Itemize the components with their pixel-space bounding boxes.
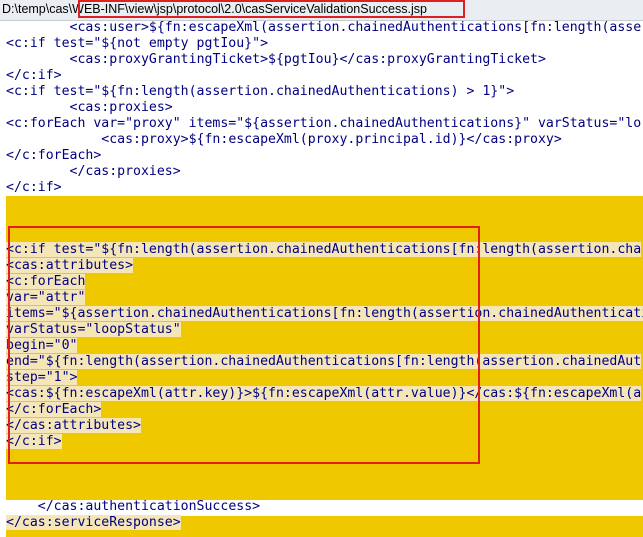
code-text: </c:if> <box>6 68 62 83</box>
code-line: </c:forEach> <box>6 148 101 164</box>
code-line: <c:forEach var="proxy" items="${assertio… <box>6 116 641 132</box>
code-line: step="1"> <box>6 370 78 386</box>
code-line: <cas:user>${fn:escapeXml(assertion.chain… <box>6 20 642 36</box>
code-text: var="attr" <box>6 290 86 305</box>
code-text: </c:forEach> <box>6 148 102 163</box>
code-text: </cas:attributes> <box>6 418 141 433</box>
code-text: </c:if> <box>6 434 62 449</box>
code-line: varStatus="loopStatus" <box>6 322 181 338</box>
code-line: </c:if> <box>6 180 62 196</box>
file-path-bar: D:\temp\cas\WEB-INF\view\jsp\protocol\2.… <box>0 0 643 21</box>
code-line: <c:if test="${fn:length(assertion.chaine… <box>6 242 642 258</box>
code-line: <cas:proxies> <box>6 100 173 116</box>
file-path-text: D:\temp\cas\WEB-INF\view\jsp\protocol\2.… <box>2 2 427 16</box>
code-line: <c:forEach <box>6 274 86 290</box>
code-text: <cas:attributes> <box>6 258 134 273</box>
code-text: <c:if test="${fn:length(assertion.chaine… <box>6 84 515 99</box>
code-line: <c:if test="${fn:length(assertion.chaine… <box>6 84 514 100</box>
code-text: </cas:authenticationSuccess> <box>37 499 261 514</box>
code-line: </c:forEach> <box>6 402 102 418</box>
code-editor[interactable]: <cas:user>${fn:escapeXml(assertion.chain… <box>0 20 643 537</box>
code-text: </cas:proxies> <box>69 164 181 179</box>
code-text: <cas:user>${fn:escapeXml(assertion.chain… <box>69 20 642 35</box>
code-text: <cas:proxy>${fn:escapeXml(proxy.principa… <box>101 132 562 147</box>
code-text: varStatus="loopStatus" <box>6 322 181 337</box>
code-line: <cas:${fn:escapeXml(attr.key)}>${fn:esca… <box>6 386 642 402</box>
code-line: <cas:proxy>${fn:escapeXml(proxy.principa… <box>6 132 562 148</box>
code-line: items="${assertion.chainedAuthentication… <box>6 306 643 322</box>
code-text: begin="0" <box>6 338 78 353</box>
code-line: </cas:attributes> <box>6 418 141 434</box>
code-text: </c:if> <box>6 180 62 195</box>
code-line: <cas:proxyGrantingTicket>${pgtIou}</cas:… <box>6 52 546 68</box>
code-text: <cas:proxyGrantingTicket>${pgtIou}</cas:… <box>69 52 546 67</box>
code-text: </c:forEach> <box>6 402 102 417</box>
code-line: end="${fn:length(assertion.chainedAuthen… <box>6 354 642 370</box>
code-line: </c:if> <box>6 434 62 450</box>
code-line: var="attr" <box>6 290 86 306</box>
code-text: <c:forEach var="proxy" items="${assertio… <box>6 116 642 131</box>
code-text: <c:if test="${not empty pgtIou}"> <box>6 36 269 51</box>
code-text: items="${assertion.chainedAuthentication… <box>6 306 643 321</box>
code-text: <cas:proxies> <box>69 100 173 115</box>
code-text: step="1"> <box>6 370 78 385</box>
code-line: </cas:proxies> <box>6 164 181 180</box>
code-text: </cas:serviceResponse> <box>6 515 181 530</box>
code-text: <cas:${fn:escapeXml(attr.key)}>${fn:esca… <box>6 386 642 401</box>
code-text: end="${fn:length(assertion.chainedAuthen… <box>6 354 642 369</box>
code-line: <cas:attributes> <box>6 258 134 274</box>
code-line: </cas:serviceResponse> <box>6 515 181 531</box>
code-text: <c:forEach <box>6 274 86 289</box>
code-line: </c:if> <box>6 68 62 84</box>
code-line: </cas:authenticationSuccess> <box>6 499 260 515</box>
code-line: <c:if test="${not empty pgtIou}"> <box>6 36 268 52</box>
code-line: begin="0" <box>6 338 78 354</box>
code-text: <c:if test="${fn:length(assertion.chaine… <box>6 242 642 257</box>
